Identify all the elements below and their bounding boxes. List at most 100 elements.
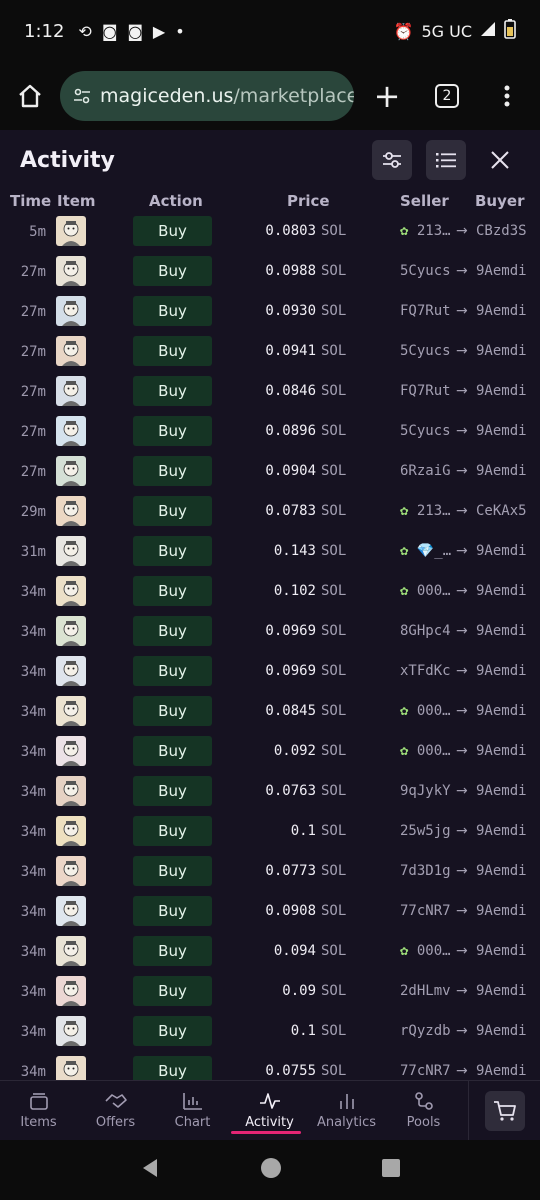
table-row[interactable]: 34m Buy 0.0845 SOL ✿ 000… → 9Aemdi [0, 692, 540, 732]
tab-activity[interactable]: Activity [231, 1081, 308, 1140]
row-buyer[interactable]: CeKAx5 [476, 503, 538, 519]
site-settings-icon[interactable] [72, 86, 92, 106]
table-row[interactable]: 27m Buy 0.0896 SOL 5Cyucs → 9Aemdi [0, 412, 540, 452]
home-button[interactable] [0, 83, 60, 109]
row-buyer[interactable]: 9Aemdi [476, 663, 538, 679]
row-buyer[interactable]: 9Aemdi [476, 1063, 538, 1079]
row-seller[interactable]: 25w5jg [400, 823, 456, 839]
buy-action-badge[interactable]: Buy [133, 536, 212, 566]
table-row[interactable]: 27m Buy 0.0904 SOL 6RzaiG → 9Aemdi [0, 452, 540, 492]
buy-action-badge[interactable]: Buy [133, 1016, 212, 1046]
row-buyer[interactable]: 9Aemdi [476, 783, 538, 799]
row-seller[interactable]: 7d3D1g [400, 863, 456, 879]
table-row[interactable]: 34m Buy 0.102 SOL ✿ 000… → 9Aemdi [0, 572, 540, 612]
nft-thumbnail[interactable] [56, 456, 86, 486]
nft-thumbnail[interactable] [56, 336, 86, 366]
table-row[interactable]: 31m Buy 0.143 SOL ✿ 💎_… → 9Aemdi [0, 532, 540, 572]
table-row[interactable]: 34m Buy 0.094 SOL ✿ 000… → 9Aemdi [0, 932, 540, 972]
nft-thumbnail[interactable] [56, 616, 86, 646]
table-row[interactable]: 27m Buy 0.0846 SOL FQ7Rut → 9Aemdi [0, 372, 540, 412]
nft-thumbnail[interactable] [56, 536, 86, 566]
row-buyer[interactable]: 9Aemdi [476, 623, 538, 639]
row-buyer[interactable]: 9Aemdi [476, 863, 538, 879]
row-buyer[interactable]: 9Aemdi [476, 983, 538, 999]
nft-thumbnail[interactable] [56, 976, 86, 1006]
buy-action-badge[interactable]: Buy [133, 496, 212, 526]
nft-thumbnail[interactable] [56, 696, 86, 726]
row-seller[interactable]: 77cNR7 [400, 903, 456, 919]
row-seller[interactable]: 77cNR7 [400, 1063, 456, 1079]
row-buyer[interactable]: 9Aemdi [476, 903, 538, 919]
row-buyer[interactable]: CBzd3S [476, 223, 538, 239]
nft-thumbnail[interactable] [56, 856, 86, 886]
nft-thumbnail[interactable] [56, 576, 86, 606]
buy-action-badge[interactable]: Buy [133, 256, 212, 286]
row-seller[interactable]: ✿ 213… [400, 223, 456, 239]
cart-button[interactable] [484, 1090, 525, 1131]
row-buyer[interactable]: 9Aemdi [476, 263, 538, 279]
tab-switcher-button[interactable]: 2 [420, 84, 474, 108]
row-seller[interactable]: ✿ 000… [400, 743, 456, 759]
table-row[interactable]: 29m Buy 0.0783 SOL ✿ 213… → CeKAx5 [0, 492, 540, 532]
row-buyer[interactable]: 9Aemdi [476, 743, 538, 759]
row-seller[interactable]: xTFdKc [400, 663, 456, 679]
filter-button[interactable] [372, 140, 412, 180]
buy-action-badge[interactable]: Buy [133, 376, 212, 406]
recents-button[interactable] [381, 1158, 401, 1182]
browser-menu-button[interactable] [474, 84, 540, 108]
row-buyer[interactable]: 9Aemdi [476, 943, 538, 959]
buy-action-badge[interactable]: Buy [133, 736, 212, 766]
buy-action-badge[interactable]: Buy [133, 576, 212, 606]
close-button[interactable] [480, 140, 520, 180]
row-seller[interactable]: ✿ 000… [400, 943, 456, 959]
buy-action-badge[interactable]: Buy [133, 296, 212, 326]
row-seller[interactable]: 6RzaiG [400, 463, 456, 479]
nft-thumbnail[interactable] [56, 1016, 86, 1046]
buy-action-badge[interactable]: Buy [133, 816, 212, 846]
nft-thumbnail[interactable] [56, 1056, 86, 1080]
back-button[interactable] [139, 1157, 161, 1183]
home-circle-button[interactable] [260, 1157, 282, 1183]
row-buyer[interactable]: 9Aemdi [476, 543, 538, 559]
row-buyer[interactable]: 9Aemdi [476, 303, 538, 319]
list-view-button[interactable] [426, 140, 466, 180]
nft-thumbnail[interactable] [56, 296, 86, 326]
row-seller[interactable]: 5Cyucs [400, 343, 456, 359]
buy-action-badge[interactable]: Buy [133, 856, 212, 886]
buy-action-badge[interactable]: Buy [133, 936, 212, 966]
row-seller[interactable]: 9qJykY [400, 783, 456, 799]
buy-action-badge[interactable]: Buy [133, 216, 212, 246]
row-seller[interactable]: ✿ 213… [400, 503, 456, 519]
table-row[interactable]: 34m Buy 0.092 SOL ✿ 000… → 9Aemdi [0, 732, 540, 772]
tab-analytics[interactable]: Analytics [308, 1081, 385, 1140]
tab-chart[interactable]: Chart [154, 1081, 231, 1140]
row-seller[interactable]: FQ7Rut [400, 303, 456, 319]
table-row[interactable]: 34m Buy 0.0969 SOL 8GHpc4 → 9Aemdi [0, 612, 540, 652]
nft-thumbnail[interactable] [56, 776, 86, 806]
nft-thumbnail[interactable] [56, 936, 86, 966]
nft-thumbnail[interactable] [56, 416, 86, 446]
tab-offers[interactable]: Offers [77, 1081, 154, 1140]
buy-action-badge[interactable]: Buy [133, 1056, 212, 1080]
table-row[interactable]: 34m Buy 0.09 SOL 2dHLmv → 9Aemdi [0, 972, 540, 1012]
nft-thumbnail[interactable] [56, 216, 86, 246]
buy-action-badge[interactable]: Buy [133, 456, 212, 486]
buy-action-badge[interactable]: Buy [133, 776, 212, 806]
header-price[interactable]: Price [287, 192, 330, 210]
nft-thumbnail[interactable] [56, 736, 86, 766]
table-row[interactable]: 27m Buy 0.0930 SOL FQ7Rut → 9Aemdi [0, 292, 540, 332]
header-time[interactable]: Time [10, 192, 51, 210]
buy-action-badge[interactable]: Buy [133, 336, 212, 366]
nft-thumbnail[interactable] [56, 656, 86, 686]
buy-action-badge[interactable]: Buy [133, 976, 212, 1006]
table-row[interactable]: 27m Buy 0.0988 SOL 5Cyucs → 9Aemdi [0, 252, 540, 292]
buy-action-badge[interactable]: Buy [133, 616, 212, 646]
row-seller[interactable]: ✿ 000… [400, 703, 456, 719]
row-seller[interactable]: rQyzdb [400, 1023, 456, 1039]
table-row[interactable]: 34m Buy 0.0969 SOL xTFdKc → 9Aemdi [0, 652, 540, 692]
new-tab-button[interactable]: + [354, 80, 420, 112]
row-buyer[interactable]: 9Aemdi [476, 1023, 538, 1039]
table-row[interactable]: 34m Buy 0.1 SOL rQyzdb → 9Aemdi [0, 1012, 540, 1052]
table-row[interactable]: 34m Buy 0.0755 SOL 77cNR7 → 9Aemdi [0, 1052, 540, 1080]
row-buyer[interactable]: 9Aemdi [476, 703, 538, 719]
